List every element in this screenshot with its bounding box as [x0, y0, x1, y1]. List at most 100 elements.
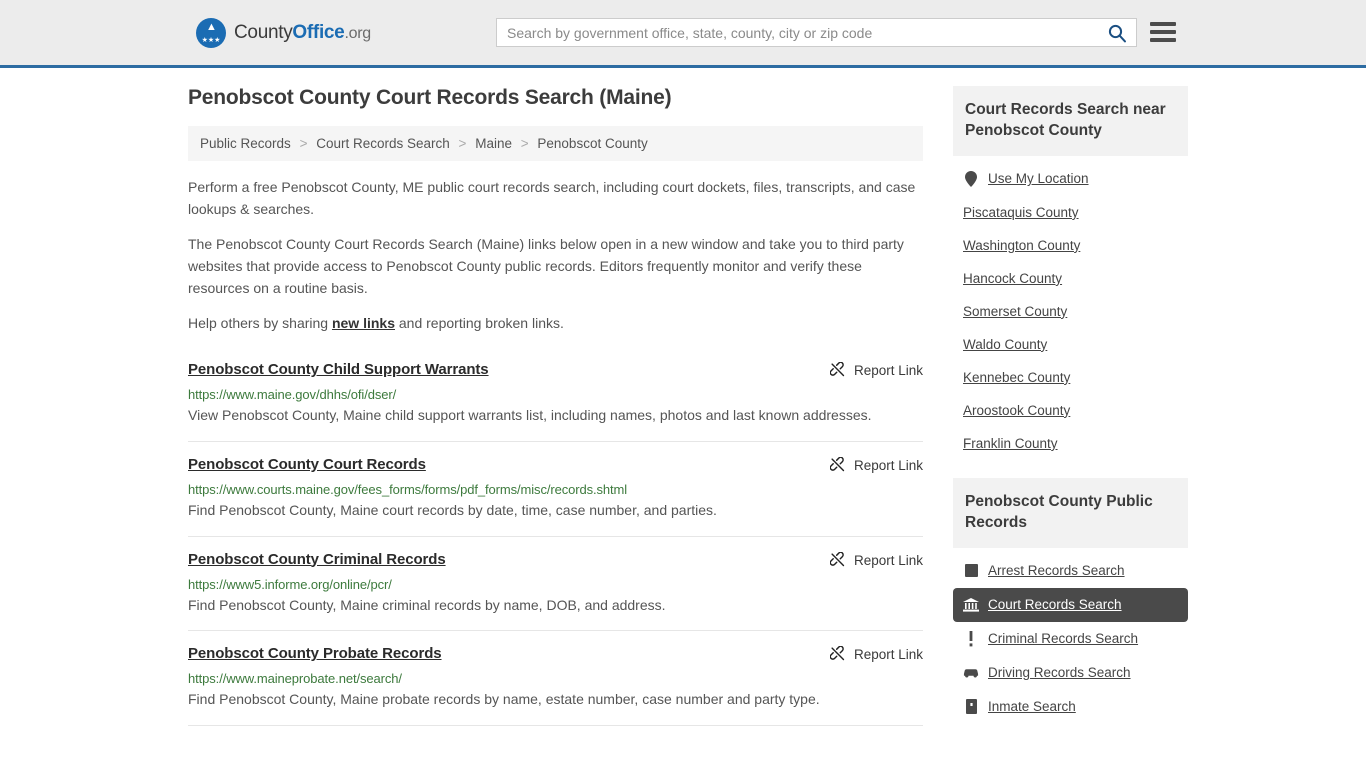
hamburger-bar [1150, 38, 1176, 42]
sidebar-item-label: Aroostook County [963, 402, 1071, 418]
result-description: Find Penobscot County, Maine court recor… [188, 501, 717, 518]
car-icon [963, 665, 979, 681]
broken-link-icon [829, 362, 845, 377]
breadcrumb-item-public-records[interactable]: Public Records [200, 136, 291, 151]
courthouse-icon [963, 597, 979, 613]
sidebar-item-criminal-records-search[interactable]: Criminal Records Search [953, 622, 1188, 656]
public-records-box: Penobscot County Public Records Arrest R… [953, 477, 1188, 724]
breadcrumb-item-court-records-search[interactable]: Court Records Search [316, 136, 450, 151]
broken-link-icon [829, 646, 845, 661]
sidebar-item-inmate-search[interactable]: Inmate Search [953, 690, 1188, 724]
report-link-button[interactable]: Report Link [829, 551, 923, 569]
jail-icon [963, 699, 979, 715]
search-input[interactable] [497, 19, 1098, 46]
search-icon [1108, 24, 1126, 42]
breadcrumb-separator: > [299, 136, 308, 151]
sidebar-item-label: Washington County [963, 237, 1081, 253]
result-item: Penobscot County Court Records Report Li… [188, 442, 923, 537]
sidebar-item-driving-records-search[interactable]: Driving Records Search [953, 656, 1188, 690]
exclamation-icon [963, 630, 979, 647]
result-description: Find Penobscot County, Maine probate rec… [188, 691, 820, 708]
breadcrumb-item-maine[interactable]: Maine [475, 136, 512, 151]
intro-paragraph-2: The Penobscot County Court Records Searc… [188, 236, 904, 296]
hamburger-bar [1150, 30, 1176, 34]
breadcrumb: Public Records > Court Records Search > … [188, 126, 923, 161]
nearby-search-heading: Court Records Search near Penobscot Coun… [953, 86, 1188, 156]
sidebar-item-label: Waldo County [963, 336, 1048, 352]
menu-button[interactable] [1150, 20, 1176, 44]
result-list: Penobscot County Child Support Warrants … [188, 349, 923, 726]
sidebar-item-label: Driving Records Search [988, 665, 1131, 681]
sidebar-item-kennebec-county[interactable]: Kennebec County [953, 361, 1188, 394]
sidebar-item-label: Hancock County [963, 270, 1063, 286]
report-link-button[interactable]: Report Link [829, 361, 923, 379]
public-records-heading: Penobscot County Public Records [953, 477, 1188, 548]
result-header: Penobscot County Criminal Records Report… [188, 551, 923, 569]
result-item: Penobscot County Child Support Warrants … [188, 349, 923, 442]
intro-paragraph-1: Perform a free Penobscot County, ME publ… [188, 179, 916, 217]
report-link-button[interactable]: Report Link [829, 645, 923, 663]
sidebar-item-label: Inmate Search [988, 699, 1076, 715]
sidebar-item-aroostook-county[interactable]: Aroostook County [953, 394, 1188, 427]
sidebar-item-somerset-county[interactable]: Somerset County [953, 295, 1188, 328]
sidebar-item-label: Piscataquis County [963, 204, 1079, 220]
sidebar: Court Records Search near Penobscot Coun… [953, 86, 1188, 742]
intro-p3-before: Help others by sharing [188, 315, 332, 332]
report-link-label: Report Link [853, 457, 923, 473]
intro-p3-after: and reporting broken links. [395, 315, 564, 332]
sidebar-item-label: Kennebec County [963, 369, 1071, 385]
page-body: Penobscot County Court Records Search (M… [0, 68, 1366, 742]
report-link-label: Report Link [853, 647, 923, 663]
intro-paragraph-3: Help others by sharing new links and rep… [188, 313, 923, 335]
content-container: Penobscot County Court Records Search (M… [188, 68, 1188, 742]
sidebar-item-washington-county[interactable]: Washington County [953, 229, 1188, 262]
search-button[interactable] [1098, 19, 1136, 46]
result-header: Penobscot County Court Records Report Li… [188, 456, 923, 474]
broken-link-icon [829, 456, 845, 471]
public-records-list: Arrest Records Search Court Records Sear… [953, 548, 1188, 724]
breadcrumb-item-penobscot-county: Penobscot County [537, 136, 648, 151]
new-links-link[interactable]: new links [332, 315, 395, 331]
sidebar-item-waldo-county[interactable]: Waldo County [953, 328, 1188, 361]
result-url[interactable]: https://www.maineprobate.net/search/ [188, 671, 923, 686]
breadcrumb-separator: > [458, 136, 467, 151]
result-title-link[interactable]: Penobscot County Child Support Warrants [188, 361, 489, 378]
result-header: Penobscot County Probate Records Report … [188, 645, 923, 663]
result-item: Penobscot County Probate Records Report … [188, 631, 923, 726]
sidebar-item-label: Arrest Records Search [988, 563, 1125, 579]
sidebar-item-label: Somerset County [963, 303, 1068, 319]
brand-wordmark: CountyOffice.org [234, 22, 371, 44]
sidebar-item-use-my-location[interactable]: Use My Location [953, 162, 1188, 196]
sidebar-item-court-records-search[interactable]: Court Records Search [953, 587, 1188, 622]
page-title: Penobscot County Court Records Search (M… [188, 86, 672, 109]
sidebar-item-label: Use My Location [988, 171, 1089, 187]
result-url[interactable]: https://www.maine.gov/dhhs/ofi/dser/ [188, 387, 923, 402]
sidebar-item-franklin-county[interactable]: Franklin County [953, 427, 1188, 460]
result-url[interactable]: https://www5.informe.org/online/pcr/ [188, 577, 923, 592]
result-title-link[interactable]: Penobscot County Criminal Records [188, 551, 446, 568]
sidebar-item-label: Franklin County [963, 435, 1058, 451]
broken-link-icon [829, 551, 845, 566]
main-column: Penobscot County Court Records Search (M… [188, 86, 923, 742]
report-link-button[interactable]: Report Link [829, 456, 923, 474]
result-description: Find Penobscot County, Maine criminal re… [188, 596, 666, 613]
hamburger-bar [1150, 22, 1176, 26]
map-pin-icon [963, 170, 979, 187]
sidebar-item-label: Court Records Search [988, 597, 1122, 613]
sidebar-item-arrest-records-search[interactable]: Arrest Records Search [953, 554, 1188, 588]
result-item: Penobscot County Criminal Records Report… [188, 537, 923, 632]
search-bar [496, 18, 1137, 47]
result-description: View Penobscot County, Maine child suppo… [188, 407, 872, 424]
sidebar-item-label: Criminal Records Search [988, 631, 1139, 647]
result-title-link[interactable]: Penobscot County Court Records [188, 456, 426, 473]
site-logo-link[interactable]: ▲ ★★★ CountyOffice.org [196, 17, 371, 48]
result-title-link[interactable]: Penobscot County Probate Records [188, 645, 442, 662]
site-header: ▲ ★★★ CountyOffice.org [0, 0, 1366, 68]
report-link-label: Report Link [853, 552, 923, 568]
sidebar-item-piscataquis-county[interactable]: Piscataquis County [953, 196, 1188, 229]
result-url[interactable]: https://www.courts.maine.gov/fees_forms/… [188, 482, 923, 497]
brand-text-county: County [234, 21, 293, 43]
report-link-label: Report Link [853, 363, 923, 379]
sidebar-item-hancock-county[interactable]: Hancock County [953, 262, 1188, 295]
fingerprint-icon [963, 563, 979, 579]
